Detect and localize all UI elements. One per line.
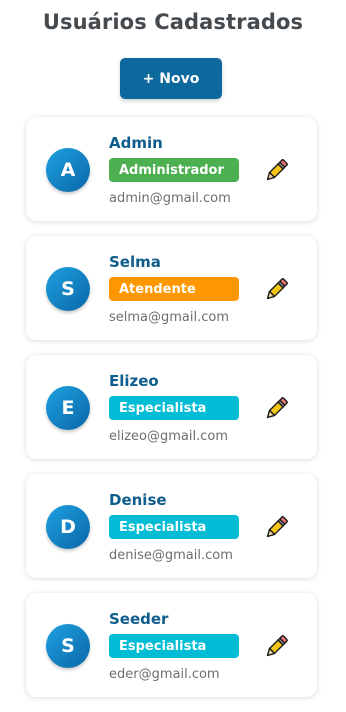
avatar: E <box>46 386 90 430</box>
avatar: D <box>46 505 90 549</box>
pencil-icon <box>262 395 290 423</box>
pencil-icon <box>262 633 290 661</box>
user-email: eder@gmail.com <box>109 667 220 682</box>
user-name: Denise <box>109 491 167 509</box>
user-email: denise@gmail.com <box>109 548 233 563</box>
user-email: admin@gmail.com <box>109 191 231 206</box>
user-card: E Elizeo Especialista elizeo@gmail.com <box>26 355 317 459</box>
pencil-icon <box>262 514 290 542</box>
user-name: Elizeo <box>109 372 159 390</box>
new-user-button[interactable]: + Novo <box>120 58 222 99</box>
user-card: S Selma Atendente selma@gmail.com <box>26 236 317 340</box>
edit-user-button[interactable] <box>262 633 290 661</box>
user-card: S Seeder Especialista eder@gmail.com <box>26 593 317 697</box>
page-title: Usuários Cadastrados <box>42 10 304 34</box>
edit-user-button[interactable] <box>262 395 290 423</box>
edit-user-button[interactable] <box>262 276 290 304</box>
role-badge: Especialista <box>109 396 239 420</box>
edit-user-button[interactable] <box>262 514 290 542</box>
user-name: Seeder <box>109 610 169 628</box>
pencil-icon <box>262 276 290 304</box>
pencil-icon <box>262 157 290 185</box>
user-card: D Denise Especialista denise@gmail.com <box>26 474 317 578</box>
role-badge: Especialista <box>109 634 239 658</box>
role-badge: Atendente <box>109 277 239 301</box>
avatar: S <box>46 624 90 668</box>
avatar: A <box>46 148 90 192</box>
edit-user-button[interactable] <box>262 157 290 185</box>
role-badge: Administrador <box>109 158 239 182</box>
user-name: Admin <box>109 134 163 152</box>
user-name: Selma <box>109 253 161 271</box>
role-badge: Especialista <box>109 515 239 539</box>
avatar: S <box>46 267 90 311</box>
user-card: A Admin Administrador admin@gmail.com <box>26 117 317 221</box>
user-email: selma@gmail.com <box>109 310 230 325</box>
user-email: elizeo@gmail.com <box>109 429 228 444</box>
